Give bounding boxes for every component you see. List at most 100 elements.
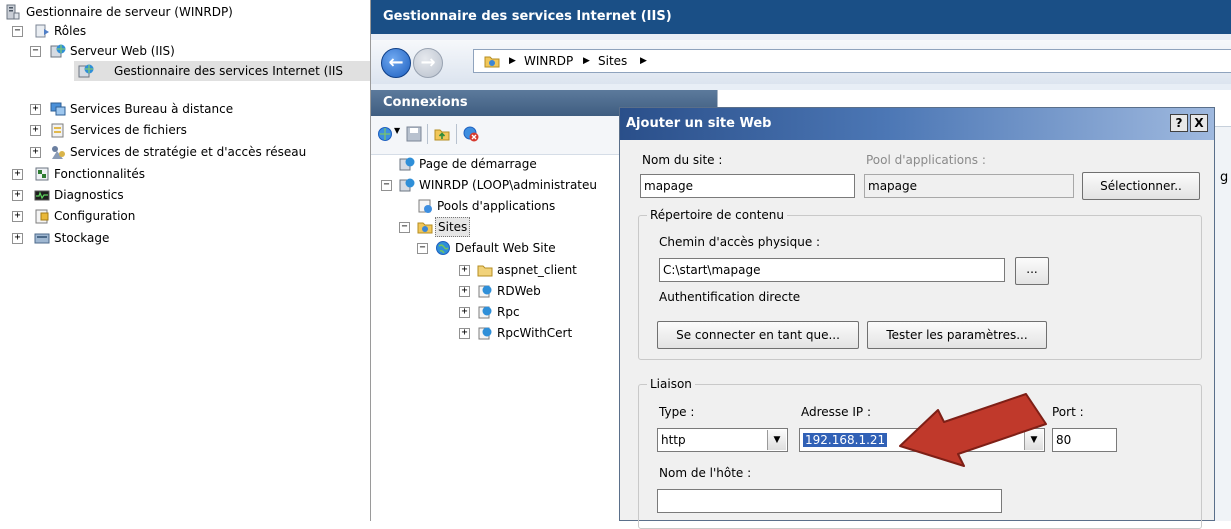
folder-up-icon[interactable] <box>434 126 450 142</box>
expand-icon[interactable]: + <box>12 233 23 244</box>
collapse-icon[interactable]: − <box>12 26 23 37</box>
folder-icon <box>477 265 493 277</box>
expand-icon[interactable]: + <box>459 265 470 276</box>
expand-icon[interactable]: + <box>30 104 41 115</box>
tree-label: Services de stratégie et d'accès réseau <box>70 145 307 159</box>
dialog-title-bar: Ajouter un site Web ? X <box>620 108 1214 140</box>
ip-address-value: 192.168.1.21 <box>803 433 888 447</box>
forward-button[interactable]: → <box>413 48 443 78</box>
breadcrumb-server[interactable]: WINRDP <box>524 50 573 72</box>
features-icon <box>35 167 49 181</box>
collapse-icon[interactable]: − <box>399 222 410 233</box>
tree-label: Rpc <box>497 305 520 319</box>
tree-label: aspnet_client <box>497 263 577 277</box>
web-app-icon <box>478 327 492 340</box>
partial-text: g <box>1220 170 1229 185</box>
forward-arrow-icon: → <box>420 52 436 73</box>
file-services-icon <box>51 123 64 138</box>
breadcrumb-sites[interactable]: Sites <box>598 50 627 72</box>
tree-label: Page de démarrage <box>419 157 537 171</box>
test-settings-button[interactable]: Tester les paramètres... <box>867 321 1047 349</box>
type-value: http <box>661 433 686 447</box>
close-button[interactable]: X <box>1190 114 1208 132</box>
app-pool-field: mapage <box>864 174 1074 198</box>
type-select[interactable]: http ▼ <box>657 428 788 452</box>
storage-icon <box>34 233 50 244</box>
globe-icon <box>436 241 450 255</box>
expand-icon[interactable]: + <box>459 307 470 318</box>
address-bar[interactable]: ▶ WINRDP ▶ Sites ▶ <box>473 49 1231 73</box>
tree-item-iis-manager[interactable]: Gestionnaire des services Internet (IIS <box>74 61 370 81</box>
back-button[interactable]: ← <box>381 48 411 78</box>
collapse-icon[interactable]: − <box>381 180 392 191</box>
iis-title-bar: Gestionnaire des services Internet (IIS) <box>371 0 1231 34</box>
network-policy-icon <box>52 146 65 159</box>
tree-label: Gestionnaire de serveur (WINRDP) <box>26 5 233 19</box>
help-button[interactable]: ? <box>1170 114 1188 132</box>
start-page-icon <box>399 157 415 171</box>
breadcrumb-chevron-icon: ▶ <box>509 56 516 66</box>
hostname-label: Nom de l'hôte : <box>659 466 752 480</box>
physical-path-field[interactable]: C:\start\mapage <box>659 258 1005 282</box>
expand-icon[interactable]: + <box>12 190 23 201</box>
site-name-label: Nom du site : <box>642 153 723 167</box>
roles-icon <box>35 24 49 38</box>
configuration-icon <box>35 209 49 224</box>
tree-label: Pools d'applications <box>437 199 556 213</box>
tree-label: Services de fichiers <box>70 123 187 137</box>
collapse-icon[interactable]: − <box>417 243 428 254</box>
tree-label: Diagnostics <box>54 188 124 202</box>
iis-manager-icon <box>78 64 94 78</box>
expand-icon[interactable]: + <box>459 328 470 339</box>
back-arrow-icon: ← <box>388 52 404 73</box>
sites-folder-icon <box>484 56 500 68</box>
tree-label: Services Bureau à distance <box>70 102 234 116</box>
tree-label: Rôles <box>54 24 87 38</box>
connect-as-button[interactable]: Se connecter en tant que... <box>657 321 859 349</box>
tree-label: RpcWithCert <box>497 326 573 340</box>
content-directory-group: Répertoire de contenu Chemin d'accès phy… <box>638 207 1202 360</box>
expand-icon[interactable]: + <box>30 147 41 158</box>
type-label: Type : <box>659 405 695 419</box>
annotation-arrow-icon <box>899 393 1047 467</box>
tree-label: Default Web Site <box>455 241 556 255</box>
expand-icon[interactable]: + <box>12 211 23 222</box>
tree-label: Serveur Web (IIS) <box>70 44 175 58</box>
save-icon[interactable] <box>406 126 422 142</box>
tree-label: Fonctionnalités <box>54 167 145 181</box>
disconnect-icon[interactable] <box>463 126 479 142</box>
diagnostics-icon <box>34 190 50 201</box>
passthrough-auth-label: Authentification directe <box>659 290 801 304</box>
breadcrumb-chevron-icon: ▶ <box>640 56 647 66</box>
connect-icon[interactable] <box>377 126 393 142</box>
breadcrumb-chevron-icon: ▶ <box>583 56 590 66</box>
select-app-pool-button[interactable]: Sélectionner.. <box>1082 172 1200 200</box>
app-pool-label: Pool d'applications : <box>866 153 986 167</box>
hostname-field[interactable] <box>657 489 1002 513</box>
dropdown-chevron-icon[interactable]: ▼ <box>394 126 400 135</box>
chevron-down-icon[interactable]: ▼ <box>767 430 786 450</box>
expand-icon[interactable]: + <box>12 169 23 180</box>
expand-icon[interactable]: + <box>30 125 41 136</box>
tree-label: RDWeb <box>497 284 541 298</box>
tree-label: Gestionnaire des services Internet (IIS <box>114 64 344 78</box>
group-title: Liaison <box>647 376 695 392</box>
ip-address-label: Adresse IP : <box>801 405 872 419</box>
physical-path-label: Chemin d'accès physique : <box>659 235 821 249</box>
browse-button[interactable]: ... <box>1015 257 1049 285</box>
web-app-icon <box>478 285 492 298</box>
dialog-title: Ajouter un site Web <box>626 116 772 131</box>
web-server-icon <box>50 44 66 58</box>
tree-label: Stockage <box>54 231 110 245</box>
navigation-bar: ← → ▶ WINRDP ▶ Sites ▶ <box>371 40 1231 84</box>
toolbar-separator <box>456 124 457 144</box>
site-name-field[interactable]: mapage <box>640 174 855 198</box>
server-icon <box>6 4 20 20</box>
expand-icon[interactable]: + <box>459 286 470 297</box>
group-title: Répertoire de contenu <box>647 207 788 223</box>
sites-folder-icon <box>417 222 433 234</box>
remote-desktop-icon <box>50 102 66 116</box>
tree-label: Configuration <box>54 209 136 223</box>
collapse-icon[interactable]: − <box>30 46 41 57</box>
app-pools-icon <box>418 199 432 213</box>
